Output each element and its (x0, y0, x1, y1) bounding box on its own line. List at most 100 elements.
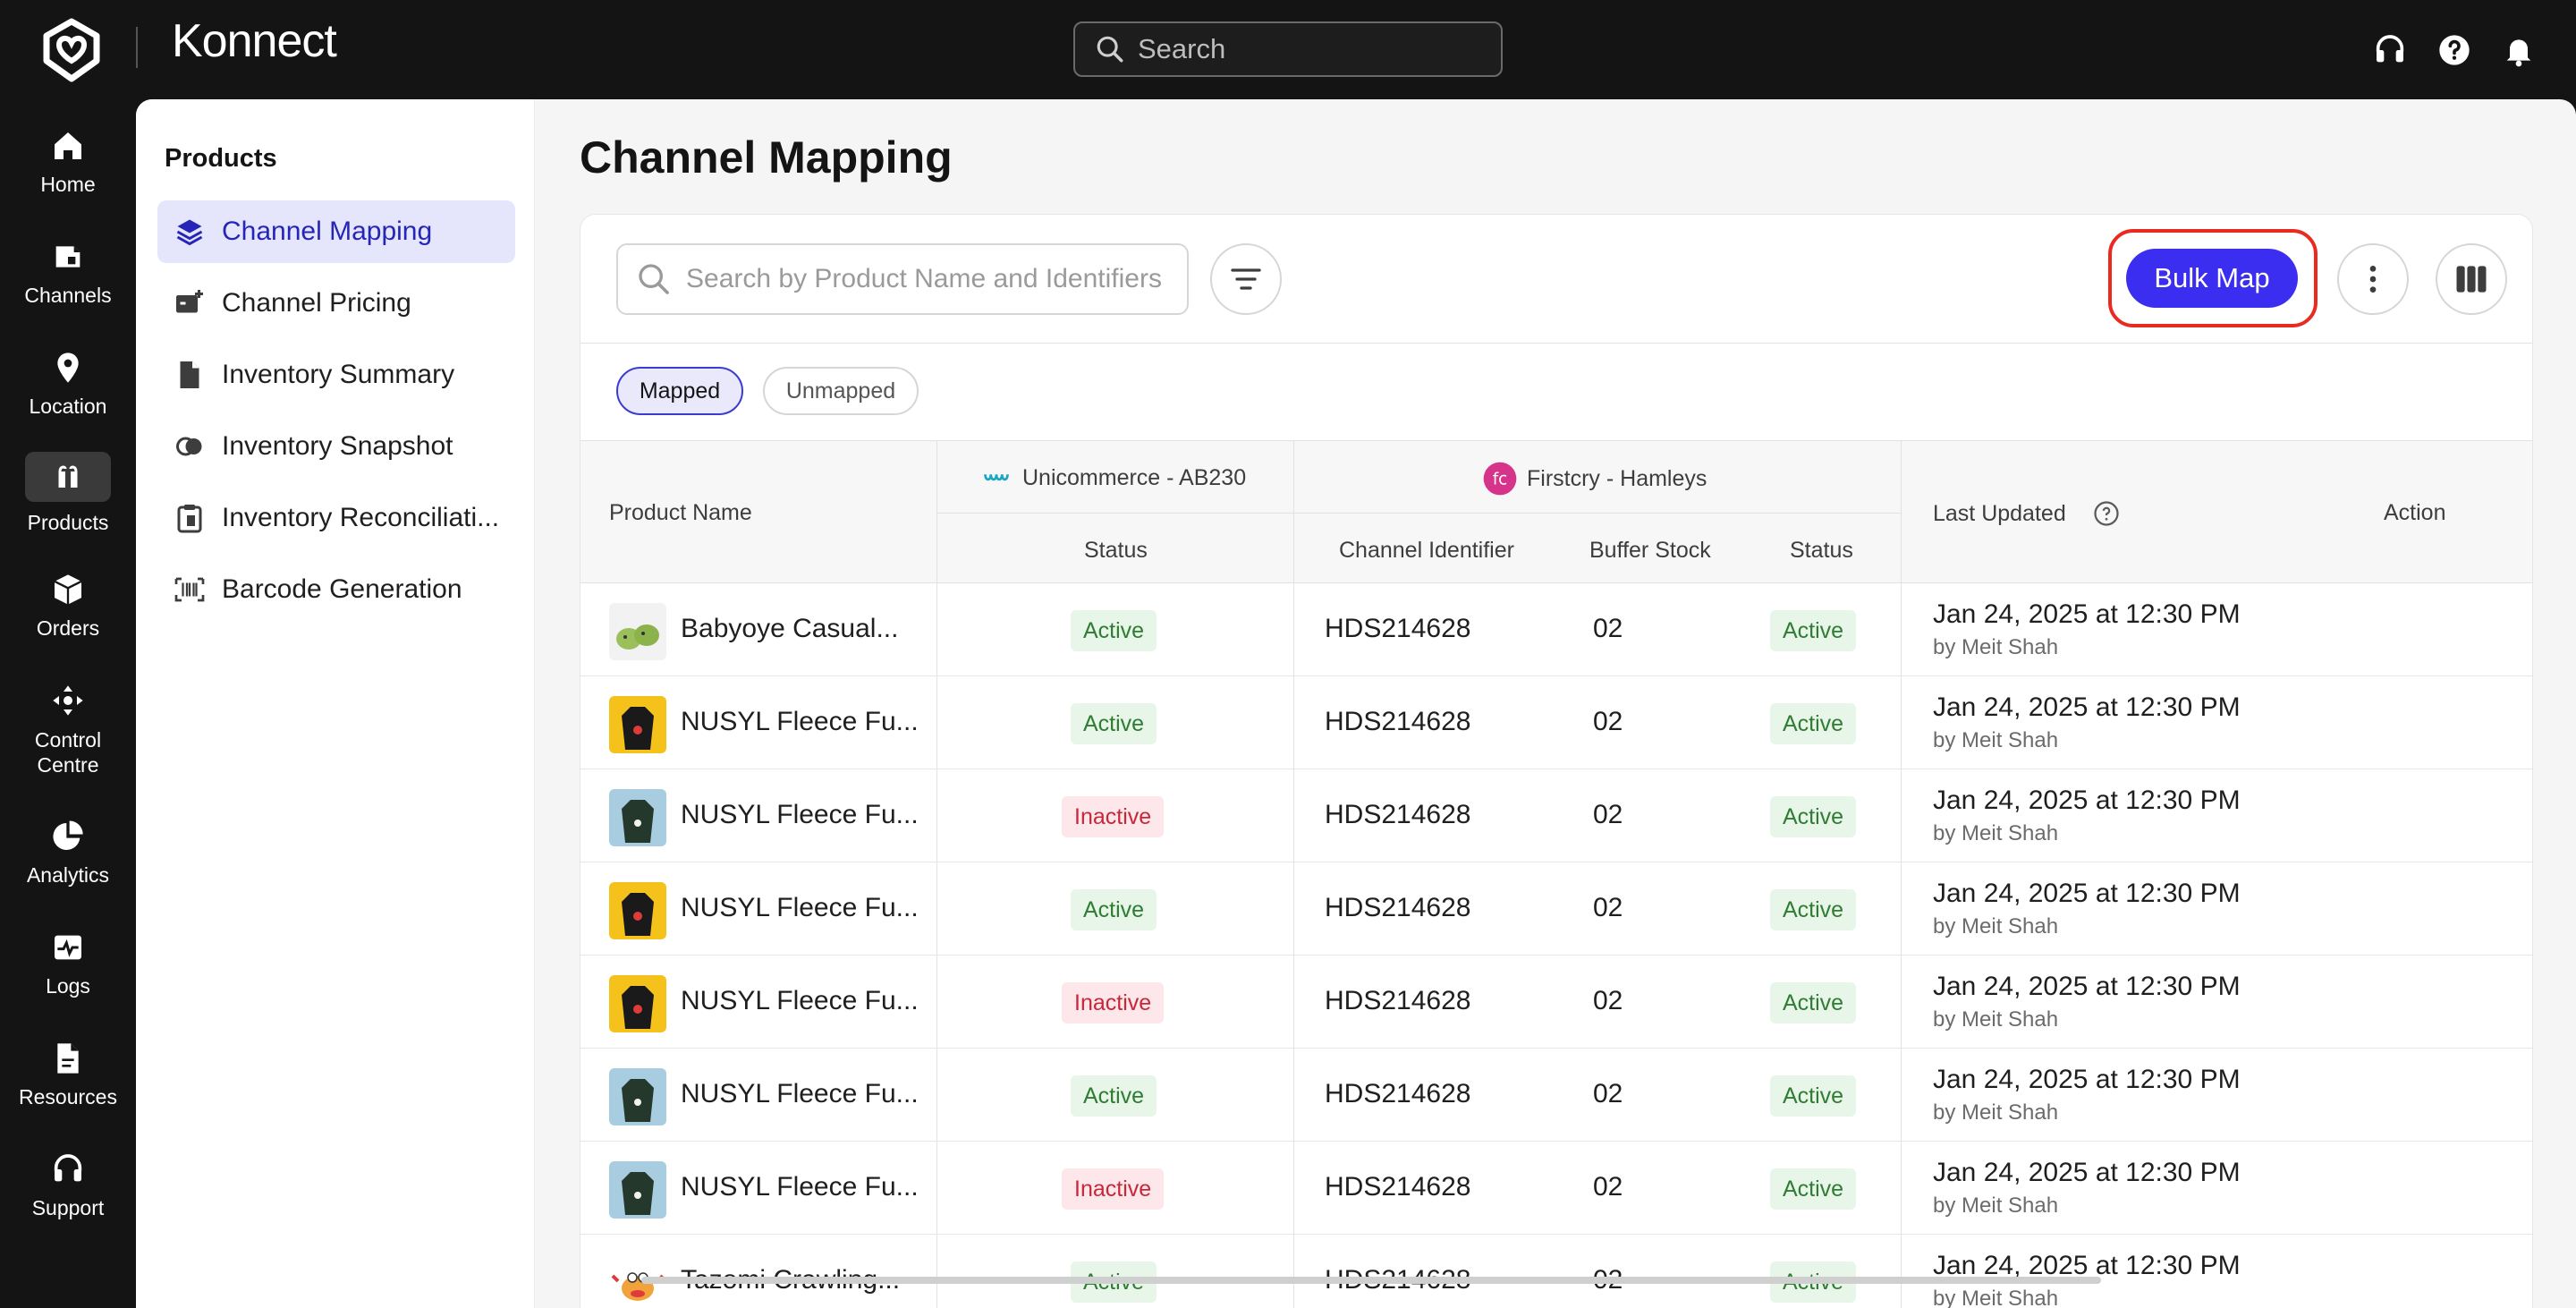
subnav-label: Channel Pricing (222, 288, 411, 318)
status-badge: Active (1770, 610, 1857, 651)
product-name[interactable]: NUSYL Fleece Fu... (681, 800, 919, 830)
unmapped-filter-chip[interactable]: Unmapped (763, 367, 919, 415)
product-search-input[interactable]: Search by Product Name and Identifiers (616, 243, 1189, 315)
column-header-firstcry-status[interactable]: Status (1790, 538, 1853, 564)
column-header-buffer-stock[interactable]: Buffer Stock (1589, 538, 1711, 564)
help-icon[interactable] (2436, 32, 2472, 68)
logs-icon (55, 935, 81, 960)
buffer-stock: 02 (1593, 800, 1623, 829)
table-header: Product Name Unicommerce - AB230 fc Firs… (580, 440, 2532, 584)
product-name[interactable]: NUSYL Fleece Fu... (681, 986, 919, 1016)
status-badge: Active (1770, 1168, 1857, 1210)
buffer-stock: 02 (1593, 614, 1623, 643)
column-header-last-updated[interactable]: Last Updated (1933, 500, 2120, 527)
control-centre-icon (53, 685, 83, 716)
filter-button[interactable] (1210, 243, 1282, 315)
clipboard-icon (177, 505, 202, 533)
nav-item-analytics[interactable]: Analytics (0, 819, 136, 888)
table-row[interactable]: NUSYL Fleece Fu... Inactive HDS214628 02… (580, 769, 2532, 862)
last-updated-by: by Meit Shah (1933, 1287, 2059, 1308)
table-row[interactable]: NUSYL Fleece Fu... Inactive HDS214628 02… (580, 1142, 2532, 1235)
primary-navigation: Home Channels Location Products Orders C… (0, 99, 136, 1308)
home-icon (55, 132, 81, 159)
subnav-item-inventory-reconciliation[interactable]: Inventory Reconciliati... (157, 487, 515, 549)
table-row[interactable]: NUSYL Fleece Fu... Active HDS214628 02 A… (580, 676, 2532, 769)
last-updated-date: Jan 24, 2025 at 12:30 PM (1933, 879, 2241, 908)
last-updated-date: Jan 24, 2025 at 12:30 PM (1933, 599, 2241, 629)
last-updated-date: Jan 24, 2025 at 12:30 PM (1933, 1158, 2241, 1187)
more-options-button[interactable] (2337, 243, 2409, 315)
column-header-unicommerce-status[interactable]: Status (1084, 538, 1148, 564)
status-badge: Active (1770, 1075, 1857, 1117)
product-name[interactable]: NUSYL Fleece Fu... (681, 1079, 919, 1109)
nav-item-support[interactable]: Support (0, 1151, 136, 1220)
top-bar: Konnect Search (0, 0, 2576, 99)
konnect-logo-icon[interactable] (38, 16, 106, 84)
subnav-item-channel-pricing[interactable]: Channel Pricing (157, 272, 515, 335)
subnav-label: Inventory Reconciliati... (222, 503, 500, 532)
product-name[interactable]: Babyoye Casual... (681, 614, 898, 644)
table-row[interactable]: NUSYL Fleece Fu... Active HDS214628 02 A… (580, 1049, 2532, 1142)
subnav-item-inventory-snapshot[interactable]: Inventory Snapshot (157, 415, 515, 478)
toolbar-divider (580, 343, 2532, 344)
nav-item-products[interactable]: Products (0, 452, 136, 535)
product-name[interactable]: NUSYL Fleece Fu... (681, 1172, 919, 1202)
product-name[interactable]: NUSYL Fleece Fu... (681, 707, 919, 737)
column-header-action: Action (2384, 500, 2446, 525)
buffer-stock: 02 (1593, 1079, 1623, 1108)
nav-label: Orders (36, 616, 100, 640)
nav-item-logs[interactable]: Logs (0, 930, 136, 998)
nav-label: Support (31, 1196, 105, 1219)
info-icon[interactable] (2093, 500, 2120, 527)
product-thumbnail-shoes (609, 603, 666, 660)
nav-label: Analytics (26, 863, 110, 887)
columns-button[interactable] (2436, 243, 2507, 315)
nav-item-location[interactable]: Location (0, 350, 136, 419)
nav-label: Products (27, 511, 109, 534)
nav-item-resources[interactable]: Resources (0, 1040, 136, 1109)
nav-item-channels[interactable]: Channels (0, 239, 136, 308)
subnav-item-barcode-generation[interactable]: Barcode Generation (157, 558, 515, 621)
table-row[interactable]: Babyoye Casual... Active HDS214628 02 Ac… (580, 583, 2532, 676)
nav-label: Resources (19, 1085, 117, 1108)
bulk-map-button[interactable]: Bulk Map (2126, 249, 2298, 308)
unicommerce-logo-icon (984, 474, 1009, 481)
product-search-placeholder: Search by Product Name and Identifiers (686, 264, 1162, 293)
table-row[interactable]: Tazomi Crawling... Active HDS214628 02 A… (580, 1235, 2532, 1308)
channel-identifier: HDS214628 (1325, 614, 1471, 643)
subnav-label: Inventory Snapshot (222, 431, 453, 461)
mapped-filter-chip[interactable]: Mapped (616, 367, 743, 415)
channel-identifier: HDS214628 (1325, 1079, 1471, 1108)
last-updated-by: by Meit Shah (1933, 635, 2059, 659)
column-group-unicommerce: Unicommerce - AB230 (983, 464, 1246, 491)
search-icon (639, 264, 669, 294)
nav-item-orders[interactable]: Orders (0, 572, 136, 641)
file-icon (57, 1043, 79, 1074)
table-row[interactable]: NUSYL Fleece Fu... Inactive HDS214628 02… (580, 956, 2532, 1049)
last-updated-by: by Meit Shah (1933, 1193, 2059, 1218)
location-pin-icon (57, 352, 79, 383)
global-search-input[interactable]: Search (1073, 21, 1503, 77)
bell-icon[interactable] (2501, 32, 2537, 68)
product-thumbnail-hoodie (609, 882, 666, 939)
nav-label: Location (29, 395, 107, 418)
table-row[interactable]: NUSYL Fleece Fu... Active HDS214628 02 A… (580, 862, 2532, 956)
columns-icon (2456, 266, 2487, 293)
subnav-item-channel-mapping[interactable]: Channel Mapping (157, 200, 515, 263)
product-thumbnail-hoodie (609, 1068, 666, 1125)
last-updated-by: by Meit Shah (1933, 914, 2059, 939)
column-header-channel-identifier[interactable]: Channel Identifier (1339, 538, 1514, 564)
subnav-item-inventory-summary[interactable]: Inventory Summary (157, 344, 515, 406)
product-name[interactable]: NUSYL Fleece Fu... (681, 893, 919, 923)
column-header-product-name[interactable]: Product Name (609, 500, 752, 526)
nav-item-home[interactable]: Home (0, 128, 136, 197)
horizontal-scrollbar[interactable] (641, 1277, 2101, 1284)
headset-icon[interactable] (2372, 32, 2408, 68)
last-updated-by: by Meit Shah (1933, 1007, 2059, 1032)
last-updated-by: by Meit Shah (1933, 728, 2059, 752)
channel-identifier: HDS214628 (1325, 800, 1471, 829)
nav-item-control-centre[interactable]: Control Centre (0, 683, 136, 777)
channel-identifier: HDS214628 (1325, 1172, 1471, 1202)
more-vertical-icon (2369, 266, 2377, 293)
nav-active-indicator (25, 452, 111, 502)
